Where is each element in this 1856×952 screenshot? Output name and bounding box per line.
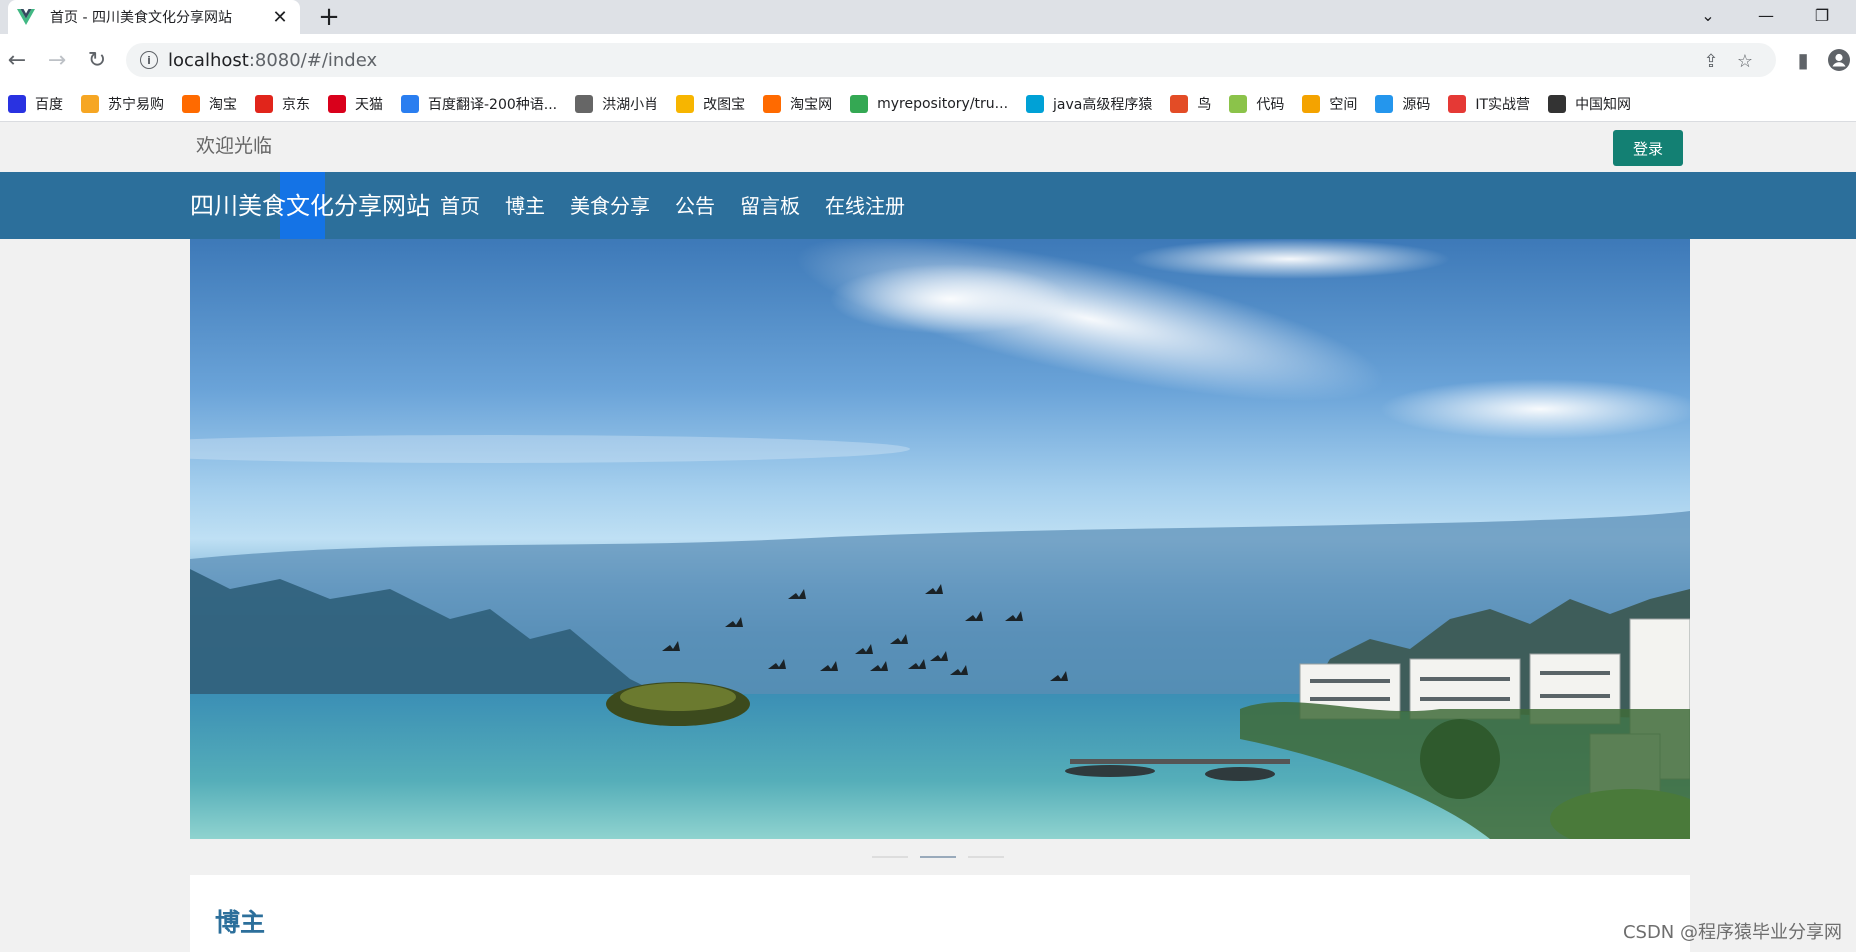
nav-link-message-board[interactable]: 留言板 <box>740 190 800 219</box>
bookmark-label: 百度 <box>35 96 63 113</box>
welcome-text: 欢迎光临 <box>196 135 273 157</box>
bookmark-item[interactable]: 京东 <box>255 94 310 114</box>
share-icon[interactable]: ⇪ <box>1700 50 1722 72</box>
carousel-indicators <box>872 856 1016 858</box>
bloggers-section: 博主 <box>190 875 1690 952</box>
bookmark-label: java高级程序猿 <box>1053 96 1153 113</box>
profile-avatar-icon[interactable] <box>1826 47 1852 73</box>
bookmark-label: myrepository/tru... <box>877 95 1009 112</box>
login-button[interactable]: 登录 <box>1613 130 1683 166</box>
csdn-watermark: CSDN @程序猿毕业分享网 <box>1622 922 1842 943</box>
reload-icon[interactable]: ↻ <box>84 47 110 73</box>
bookmark-item[interactable]: 空间 <box>1302 94 1357 114</box>
side-panel-icon[interactable]: ▮ <box>1790 47 1816 73</box>
qzone-icon <box>1302 94 1321 113</box>
feather-icon <box>575 94 594 113</box>
tab-strip: 首页 - 四川美食文化分享网站 ✕ + ⌄ — ❐ <box>0 0 1856 34</box>
baidu-paw-icon <box>8 94 26 113</box>
bookmark-label: 淘宝网 <box>790 96 833 113</box>
bookmark-item[interactable]: 代码 <box>1229 94 1284 114</box>
bookmark-item[interactable]: IT实战营 <box>1448 94 1530 114</box>
browser-tab[interactable]: 首页 - 四川美食文化分享网站 ✕ <box>8 0 300 34</box>
bookmark-item[interactable]: 苏宁易购 <box>81 94 164 114</box>
tab-search-chevron-icon[interactable]: ⌄ <box>1680 0 1736 30</box>
bookmark-item[interactable]: 百度 <box>8 94 63 114</box>
new-tab-plus-icon[interactable]: + <box>316 4 342 30</box>
section-title: 博主 <box>215 908 266 937</box>
nav-link-food-share[interactable]: 美食分享 <box>570 190 650 219</box>
bookmark-label: 鸟 <box>1197 96 1212 113</box>
browser-toolbar: ← → ↻ i localhost:8080/#/index ⇪ ☆ ▮ <box>0 34 1856 86</box>
bookmark-item[interactable]: 百度翻译-200种语... <box>401 94 557 114</box>
bookmark-item[interactable]: 淘宝 <box>182 94 237 114</box>
minimize-icon[interactable]: — <box>1738 0 1794 30</box>
bookmark-label: 源码 <box>1402 96 1431 113</box>
bookmark-label: 中国知网 <box>1575 96 1632 113</box>
bookmark-label: IT实战营 <box>1475 96 1531 113</box>
site-brand[interactable]: 四川美食文化分享网站 <box>190 186 430 221</box>
carousel-indicator[interactable] <box>872 856 908 858</box>
restore-icon[interactable]: ❐ <box>1794 0 1850 30</box>
bird-icon <box>1170 94 1189 113</box>
lake-landscape-illustration <box>190 239 1690 839</box>
address-url: localhost:8080/#/index <box>168 50 378 71</box>
nav-link-register[interactable]: 在线注册 <box>825 190 905 219</box>
taobao-icon <box>763 94 782 113</box>
carousel-banner-image[interactable] <box>190 239 1690 839</box>
bookmark-item[interactable]: 鸟 <box>1170 94 1211 114</box>
bookmark-item[interactable]: 源码 <box>1375 94 1430 114</box>
bookmark-label: 改图宝 <box>703 96 746 113</box>
main-navbar: 四川美食文化分享网站 首页 博主 美食分享 公告 留言板 在线注册 <box>0 172 1856 239</box>
bookmark-label: 淘宝 <box>209 96 237 113</box>
tmall-icon <box>328 94 346 113</box>
bilibili-icon <box>1026 94 1045 113</box>
bookmark-item[interactable]: myrepository/tru... <box>850 94 1009 113</box>
bookmarks-bar: 百度 苏宁易购 淘宝 京东 天猫 百度翻译-200种语... 洪湖小肖 改图宝 淘宝网 myrep… <box>0 86 1856 122</box>
bookmark-label: 空间 <box>1329 96 1358 113</box>
chrome-icon <box>850 94 869 113</box>
carousel-indicator-active[interactable] <box>920 856 956 858</box>
address-bar[interactable]: i localhost:8080/#/index ⇪ ☆ <box>126 43 1776 77</box>
back-arrow-icon[interactable]: ← <box>4 47 30 73</box>
chrome-red-icon <box>1448 94 1467 113</box>
baidu-translate-icon <box>401 94 419 113</box>
tab-close-icon[interactable]: ✕ <box>270 7 290 28</box>
suning-lion-icon <box>81 94 99 113</box>
cnki-icon <box>1548 94 1567 113</box>
nav-link-home[interactable]: 首页 <box>440 190 480 219</box>
bookmark-item[interactable]: 改图宝 <box>676 94 745 114</box>
bookmark-item[interactable]: 淘宝网 <box>763 94 832 114</box>
page-content: 欢迎光临 登录 四川美食文化分享网站 首页 博主 美食分享 公告 留言板 在线注… <box>0 123 1856 952</box>
nav-links: 首页 博主 美食分享 公告 留言板 在线注册 <box>440 190 930 219</box>
bookmark-label: 苏宁易购 <box>108 96 164 113</box>
bookmark-label: 京东 <box>282 96 310 113</box>
docker-icon <box>1375 94 1394 113</box>
bookmark-item[interactable]: 洪湖小肖 <box>575 94 658 114</box>
tab-title: 首页 - 四川美食文化分享网站 <box>50 10 232 26</box>
bookmark-star-icon[interactable]: ☆ <box>1734 50 1756 72</box>
bookmark-item[interactable]: 天猫 <box>328 94 383 114</box>
bookmark-label: 洪湖小肖 <box>602 96 659 113</box>
bookmark-label: 百度翻译-200种语... <box>428 96 558 113</box>
gaitubao-icon <box>676 94 695 113</box>
bookmark-label: 代码 <box>1256 96 1285 113</box>
code-icon <box>1229 94 1248 113</box>
site-info-icon[interactable]: i <box>140 51 158 69</box>
bookmark-item[interactable]: java高级程序猿 <box>1026 94 1152 114</box>
nav-link-announcements[interactable]: 公告 <box>675 190 715 219</box>
nav-link-bloggers[interactable]: 博主 <box>505 190 545 219</box>
jd-icon <box>255 94 273 113</box>
carousel-indicator[interactable] <box>968 856 1004 858</box>
bookmark-label: 天猫 <box>355 96 383 113</box>
taobao-icon <box>182 94 200 113</box>
bookmark-item[interactable]: 中国知网 <box>1548 94 1631 114</box>
vue-logo-icon <box>16 7 36 27</box>
forward-arrow-icon[interactable]: → <box>44 47 70 73</box>
